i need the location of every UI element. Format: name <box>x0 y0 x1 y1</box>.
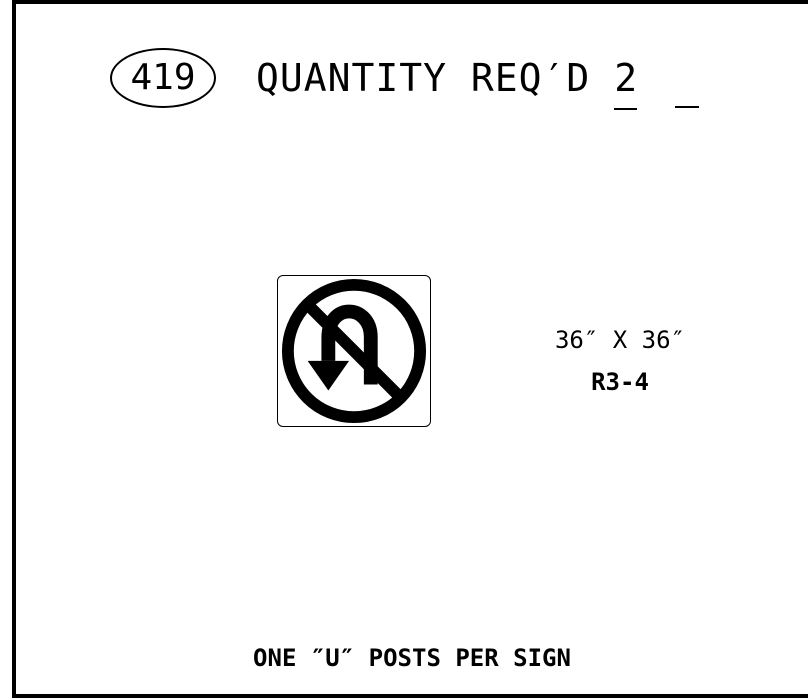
quantity-blank-line <box>675 106 700 108</box>
header: 419 QUANTITY REQ′D 2 <box>110 46 700 110</box>
sign-size: 36″ X 36″ <box>554 326 686 354</box>
item-number: 419 <box>130 57 196 98</box>
quantity-label: QUANTITY REQ′D <box>256 56 591 100</box>
frame-left-border <box>12 0 16 698</box>
sign-panel <box>277 275 431 427</box>
no-u-turn-icon <box>281 278 427 424</box>
frame-top-border <box>12 0 808 4</box>
frame-bottom-border <box>12 694 808 698</box>
quantity-value: 2 <box>614 56 638 110</box>
item-number-oval: 419 <box>110 48 216 108</box>
sign-code: R3-4 <box>591 368 649 396</box>
footer-note: ONE ″U″ POSTS PER SIGN <box>253 644 571 672</box>
